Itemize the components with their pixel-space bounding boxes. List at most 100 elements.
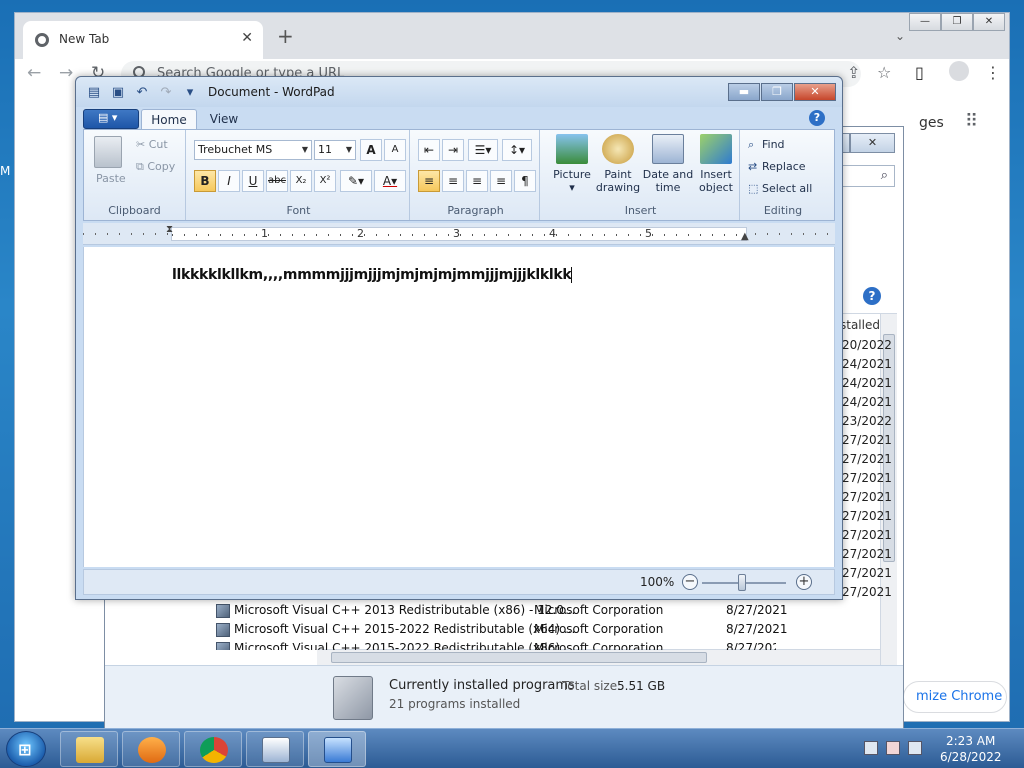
zoom-slider-thumb[interactable]	[738, 574, 746, 591]
chrome-tab-new-tab[interactable]: New Tab ✕	[23, 21, 263, 59]
highlight-color-button[interactable]: ✎▾	[340, 170, 372, 192]
grow-font-button[interactable]: A	[360, 139, 382, 161]
underline-button[interactable]: U	[242, 170, 264, 192]
taskbar-control-panel[interactable]	[308, 731, 366, 767]
paste-button[interactable]: Paste	[96, 172, 126, 185]
select-all-icon: ⬚	[748, 182, 759, 195]
paint-drawing-button[interactable]: Paint drawing	[592, 134, 644, 204]
programs-search-box[interactable]: ⌕	[835, 165, 895, 187]
help-icon[interactable]: ?	[863, 287, 881, 305]
chrome-tab-strip: New Tab ✕ + ⌄ — ❐ ✕	[15, 13, 1009, 59]
decrease-indent-icon[interactable]: ⇤	[418, 139, 440, 161]
new-tab-button[interactable]: +	[277, 26, 294, 46]
chrome-menu-icon[interactable]: ⋮	[985, 63, 1001, 82]
wordpad-maximize-button[interactable]: ❐	[761, 83, 793, 101]
tab-search-chevron-icon[interactable]: ⌄	[895, 29, 905, 43]
close-tab-icon[interactable]: ✕	[241, 30, 253, 46]
font-group: Trebuchet MS ▼ 11 ▼ A A B I U abc X₂ X² …	[188, 130, 410, 220]
column-header-installed-on[interactable]: stalled	[840, 318, 880, 332]
side-panel-icon[interactable]: ▯	[915, 63, 924, 82]
taskbar-wordpad[interactable]	[246, 731, 304, 767]
text-color-button[interactable]: A▾	[374, 170, 406, 192]
insert-object-button[interactable]: Insert object	[690, 134, 742, 204]
table-row[interactable]: Microsoft Visual C++ 2013 Redistributabl…	[216, 602, 788, 620]
network-icon[interactable]	[886, 741, 900, 755]
program-installed-date: 8/27/2021	[726, 641, 776, 650]
left-indent-marker[interactable]: ⧗	[166, 224, 173, 235]
redo-icon[interactable]: ↷	[158, 85, 174, 101]
help-icon[interactable]: ?	[809, 110, 825, 126]
superscript-button[interactable]: X²	[314, 170, 336, 192]
justify-icon[interactable]: ≡	[490, 170, 512, 192]
wordpad-close-button[interactable]: ✕	[794, 83, 836, 101]
clock-date[interactable]: 6/28/2022	[940, 750, 1002, 764]
subscript-button[interactable]: X₂	[290, 170, 312, 192]
programs-close-button[interactable]: ✕	[850, 133, 895, 153]
wordpad-window-controls: ▬ ❐ ✕	[728, 83, 836, 101]
bullets-list-icon[interactable]: ☰▾	[468, 139, 498, 161]
taskbar-media-player[interactable]	[122, 731, 180, 767]
find-button[interactable]: ⌕ Find	[748, 138, 785, 152]
date-time-label-2: time	[655, 181, 681, 194]
ruler[interactable]: ⧗ ▲ 1 2 3 4 5	[83, 223, 835, 245]
font-size-select[interactable]: 11 ▼	[314, 140, 356, 160]
customize-qat-chevron-icon[interactable]: ▾	[182, 85, 198, 101]
tab-home[interactable]: Home	[141, 109, 197, 131]
line-spacing-icon[interactable]: ↕▾	[502, 139, 532, 161]
cut-button[interactable]: ✂ Cut	[136, 138, 168, 151]
bookmark-star-icon[interactable]: ☆	[877, 63, 891, 82]
profile-avatar[interactable]	[949, 61, 969, 81]
font-family-select[interactable]: Trebuchet MS ▼	[194, 140, 312, 160]
align-right-icon[interactable]: ≡	[466, 170, 488, 192]
undo-icon[interactable]: ↶	[134, 85, 150, 101]
font-group-label: Font	[286, 204, 311, 217]
tab-view[interactable]: View	[201, 109, 247, 131]
shrink-font-button[interactable]: A	[384, 139, 406, 161]
document-editor[interactable]: llkkkklkllkm,,,,mmmmjjjmjjjmjmjmjmjmmjjj…	[83, 247, 835, 567]
chrome-maximize-button[interactable]: ❐	[941, 13, 973, 31]
increase-indent-icon[interactable]: ⇥	[442, 139, 464, 161]
wordpad-minimize-button[interactable]: ▬	[728, 83, 760, 101]
date-time-button[interactable]: Date and time	[642, 134, 694, 204]
italic-button[interactable]: I	[218, 170, 240, 192]
action-center-icon[interactable]	[864, 741, 878, 755]
apps-grid-icon[interactable]: ⠿	[965, 111, 978, 132]
share-icon[interactable]: ⇪	[847, 63, 860, 82]
scrollbar-thumb[interactable]	[331, 652, 707, 663]
volume-icon[interactable]	[908, 741, 922, 755]
forward-arrow-icon[interactable]: →	[59, 63, 73, 83]
chrome-images-link-partial[interactable]: ges	[919, 115, 944, 131]
align-left-icon[interactable]: ≡	[418, 170, 440, 192]
zoom-out-button[interactable]: −	[682, 574, 698, 590]
installed-date-cell: 27/2021	[842, 490, 892, 504]
programs-horizontal-scrollbar[interactable]	[317, 649, 880, 665]
right-indent-marker[interactable]: ▲	[741, 231, 749, 242]
chrome-close-button[interactable]: ✕	[973, 13, 1005, 31]
bold-button[interactable]: B	[194, 170, 216, 192]
programs-footer: Currently installed programs Total size:…	[105, 665, 903, 729]
document-text[interactable]: llkkkklkllkm,,,,mmmmjjjmjjjmjmjmjmjmmjjj…	[172, 267, 573, 283]
clock-time[interactable]: 2:23 AM	[946, 734, 995, 748]
control-panel-icon	[324, 737, 352, 763]
taskbar-chrome[interactable]	[184, 731, 242, 767]
copy-button[interactable]: ⧉ Copy	[136, 160, 175, 174]
back-arrow-icon[interactable]: ←	[27, 63, 41, 83]
taskbar-explorer[interactable]	[60, 731, 118, 767]
strikethrough-button[interactable]: abc	[266, 170, 288, 192]
table-row[interactable]: Microsoft Visual C++ 2015-2022 Redistrib…	[216, 640, 776, 650]
start-button[interactable]: ⊞	[6, 731, 46, 767]
wordpad-menu-button[interactable]: ▤ ▾	[83, 109, 139, 129]
paragraph-settings-icon[interactable]: ¶	[514, 170, 536, 192]
insert-picture-button[interactable]: Picture ▾	[546, 134, 598, 204]
select-all-button[interactable]: ⬚ Select all	[748, 182, 812, 195]
chrome-minimize-button[interactable]: —	[909, 13, 941, 31]
zoom-in-button[interactable]: +	[796, 574, 812, 590]
installed-date-cell: 24/2021	[842, 357, 892, 371]
table-row[interactable]: Microsoft Visual C++ 2015-2022 Redistrib…	[216, 621, 788, 639]
replace-button[interactable]: ⇄ Replace	[748, 160, 806, 173]
insert-group: Picture ▾ Paint drawing Date and time Ins…	[542, 130, 740, 220]
customize-chrome-button[interactable]: mize Chrome	[903, 681, 1007, 713]
align-center-icon[interactable]: ≡	[442, 170, 464, 192]
wordpad-app-icon[interactable]: ▤	[86, 85, 102, 101]
save-icon[interactable]: ▣	[110, 85, 126, 101]
